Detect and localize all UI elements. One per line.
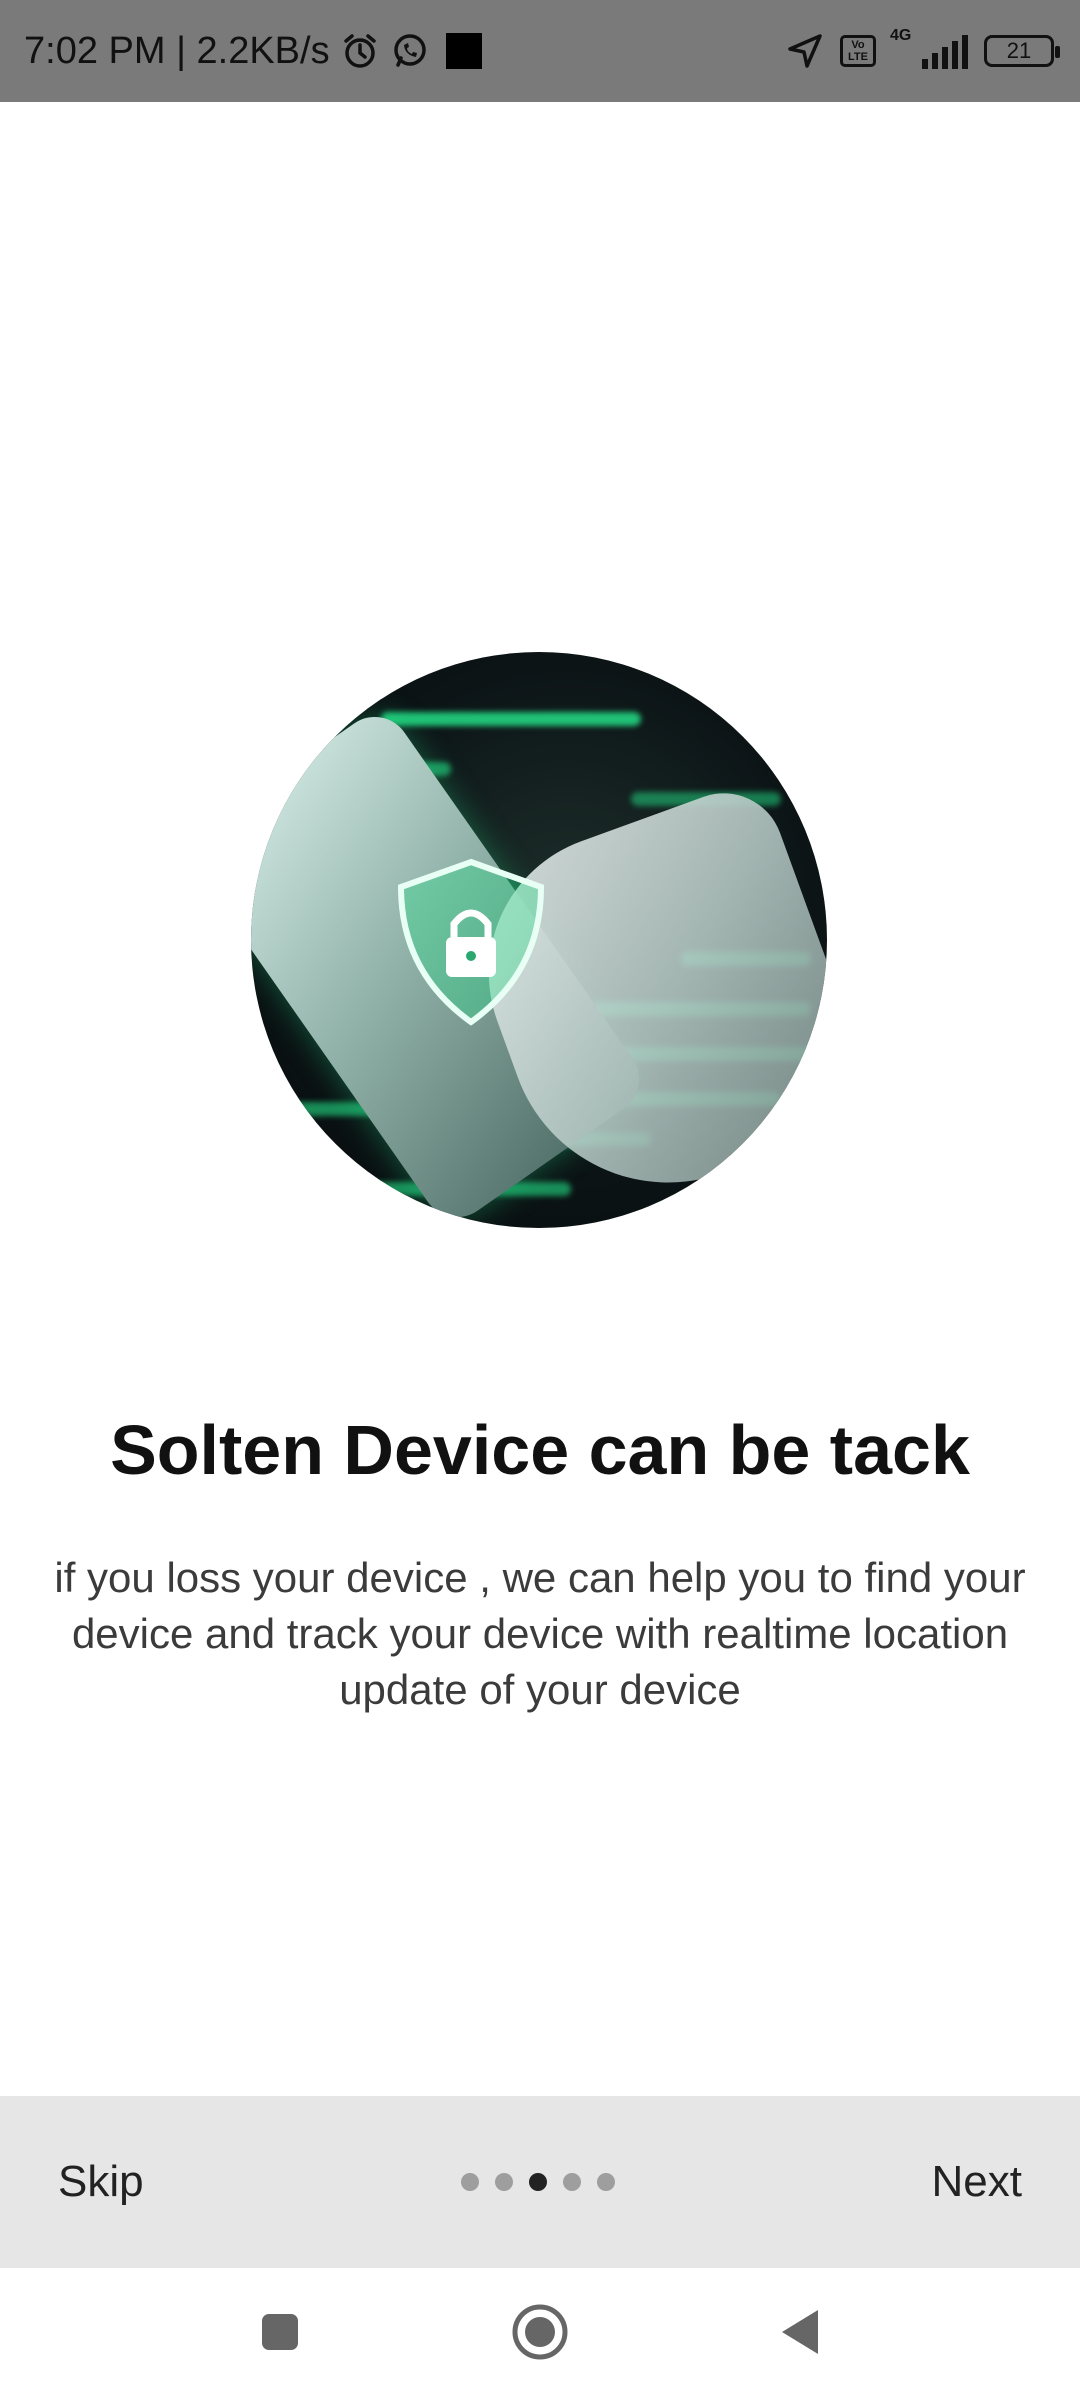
whatsapp-icon xyxy=(390,31,430,71)
status-right: Vo LTE 4G 21 xyxy=(786,27,1060,70)
status-time-speed: 7:02 PM | 2.2KB/s xyxy=(24,29,330,72)
battery-icon: 21 xyxy=(984,35,1060,67)
phone-shield-lock-illustration xyxy=(251,652,827,1228)
back-button[interactable] xyxy=(730,2268,870,2400)
home-icon xyxy=(511,2303,569,2366)
volte-icon: Vo LTE xyxy=(840,35,876,67)
page-dot-5 xyxy=(597,2173,615,2191)
onboarding-controls: Skip Next xyxy=(0,2096,1080,2268)
signal-4g-icon: 4G xyxy=(890,27,968,69)
network-type-label: 4G xyxy=(890,27,912,44)
battery-level: 21 xyxy=(1006,38,1032,63)
back-icon xyxy=(778,2308,822,2361)
skip-button[interactable]: Skip xyxy=(58,2096,144,2268)
stop-square-icon xyxy=(445,33,482,69)
volte-bottom-label: LTE xyxy=(848,51,868,63)
page-indicator xyxy=(461,2096,615,2268)
next-button[interactable]: Next xyxy=(932,2096,1022,2268)
page-dot-1 xyxy=(461,2173,479,2191)
page-dot-4 xyxy=(563,2173,581,2191)
recent-apps-button[interactable] xyxy=(210,2268,350,2400)
location-arrow-icon xyxy=(786,32,824,70)
shield-lock-icon xyxy=(371,842,571,1042)
page-title: Solten Device can be tack xyxy=(110,1411,970,1489)
status-left: 7:02 PM | 2.2KB/s xyxy=(24,30,482,73)
volte-top-label: Vo xyxy=(851,39,865,51)
system-nav-bar xyxy=(0,2268,1080,2400)
home-button[interactable] xyxy=(470,2268,610,2400)
page-dot-2 xyxy=(495,2173,513,2191)
recent-apps-icon xyxy=(260,2312,300,2357)
alarm-icon xyxy=(340,31,380,71)
page-dot-3-active xyxy=(529,2173,547,2191)
page-description: if you loss your device , we can help yo… xyxy=(54,1554,1026,1713)
status-bar: 7:02 PM | 2.2KB/s Vo LTE 4G 21 xyxy=(0,0,1080,102)
